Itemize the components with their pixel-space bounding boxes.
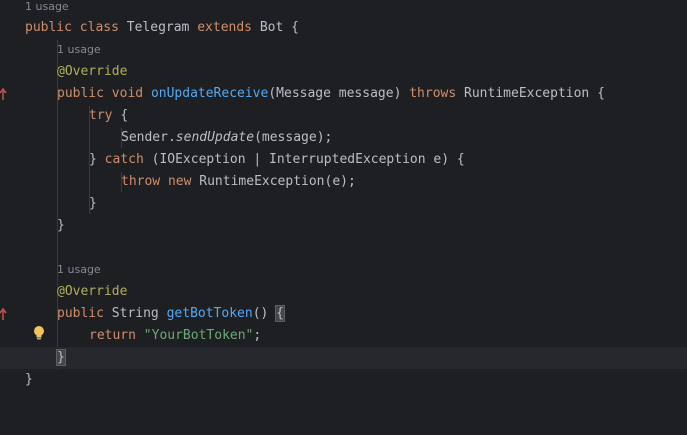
code-line[interactable]: } [0, 193, 687, 215]
code-line[interactable]: public class Telegram extends Bot { [0, 17, 687, 39]
object-ref: Sender. [121, 130, 176, 145]
usage-hint[interactable]: 1 usage [57, 261, 101, 279]
brace: { [597, 86, 605, 101]
keyword: public [57, 86, 104, 101]
method-call: sendUpdate [175, 130, 255, 145]
arguments: (message); [254, 130, 333, 145]
code-line[interactable]: public void onUpdateReceive(Message mess… [0, 83, 687, 105]
brace: } [25, 372, 33, 387]
keyword: throw [121, 174, 161, 189]
code-line[interactable]: } [0, 215, 687, 237]
constructor-call: RuntimeException(e); [199, 174, 356, 189]
parameters: (Message message) [268, 86, 402, 101]
lightbulb-icon[interactable] [32, 325, 46, 341]
class-name: Telegram [126, 20, 190, 35]
brace: } [89, 196, 97, 211]
base-class-name: Bot [259, 20, 284, 35]
method-name: getBotToken [166, 306, 253, 321]
keyword: extends [197, 20, 253, 35]
code-editor[interactable]: 1 usage public class Telegram extends Bo… [0, 0, 687, 402]
return-type: String [111, 306, 159, 321]
brace: } [56, 349, 66, 366]
code-line[interactable]: public String getBotToken() { [0, 303, 687, 325]
text-cursor [64, 349, 66, 364]
exception-type: RuntimeException [464, 86, 590, 101]
annotation: @Override [57, 284, 128, 299]
code-line[interactable]: @Override [0, 61, 687, 83]
annotation: @Override [57, 64, 128, 79]
code-line[interactable]: } [0, 369, 687, 391]
method-name: onUpdateReceive [150, 86, 269, 101]
semicolon: ; [253, 328, 262, 343]
parameters: () [252, 306, 269, 321]
keyword: void [111, 86, 144, 101]
code-line[interactable]: } catch (IOException | InterruptedExcept… [0, 149, 687, 171]
keyword: catch [104, 152, 144, 167]
keyword: return [89, 328, 136, 343]
keyword: public [57, 306, 104, 321]
code-line[interactable]: @Override [0, 281, 687, 303]
current-line[interactable]: } [0, 347, 687, 369]
catch-clause: (IOException | InterruptedException e) { [151, 152, 465, 167]
brace: { [291, 20, 299, 35]
usage-hint[interactable]: 1 usage [57, 41, 101, 59]
brace: { [275, 305, 285, 322]
usage-hint[interactable]: 1 usage [25, 0, 69, 16]
code-line[interactable]: try { [0, 105, 687, 127]
brace: { [120, 108, 129, 123]
code-line[interactable]: return "YourBotToken"; [0, 325, 687, 347]
keyword: public [25, 20, 72, 35]
code-line[interactable]: throw new RuntimeException(e); [0, 171, 687, 193]
string-literal: "YourBotToken" [143, 328, 254, 343]
code-line[interactable]: Sender.sendUpdate(message); [0, 127, 687, 149]
keyword: new [167, 174, 192, 189]
keyword: try [89, 108, 113, 123]
brace: } [57, 218, 65, 233]
keyword: class [79, 20, 119, 35]
brace: } [89, 152, 97, 167]
keyword: throws [409, 86, 457, 101]
